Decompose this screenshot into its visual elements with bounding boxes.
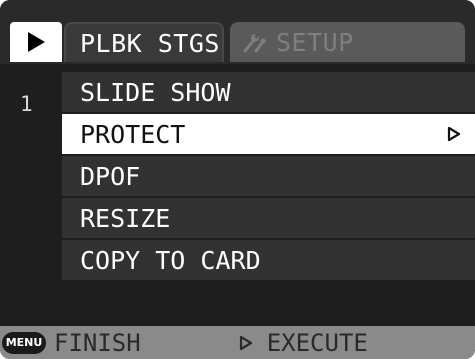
tab-plbk-stgs-label: PLBK STGS: [80, 28, 220, 58]
menu-item-label: PROTECT: [80, 119, 186, 149]
menu-list: SLIDE SHOW PROTECT DPOF RESIZE COPY TO C…: [62, 72, 475, 282]
menu-item-slide-show[interactable]: SLIDE SHOW: [62, 72, 475, 112]
finish-label: FINISH: [54, 328, 141, 357]
menu-item-protect[interactable]: PROTECT: [62, 114, 475, 154]
camera-screen: PLBK STGS SETUP 1 SLIDE SHOW PROTECT DPO…: [0, 0, 475, 359]
tab-playback[interactable]: [10, 22, 62, 62]
menu-item-label: COPY TO CARD: [80, 245, 261, 275]
execute-arrow-icon: [239, 335, 253, 351]
execute-label: EXECUTE: [266, 328, 368, 357]
tab-setup[interactable]: SETUP: [230, 22, 465, 62]
wrench-icon: [242, 31, 266, 53]
tab-plbk-stgs[interactable]: PLBK STGS: [64, 22, 224, 62]
menu-item-label: SLIDE SHOW: [80, 77, 231, 107]
menu-item-resize[interactable]: RESIZE: [62, 198, 475, 238]
right-arrow-icon: [447, 126, 461, 142]
play-icon: [28, 32, 45, 52]
menu-button-icon[interactable]: MENU: [2, 331, 46, 354]
footer-bar: MENU FINISH EXECUTE: [0, 326, 475, 359]
menu-item-label: RESIZE: [80, 203, 171, 233]
menu-item-label: DPOF: [80, 161, 141, 191]
menu-item-dpof[interactable]: DPOF: [62, 156, 475, 196]
page-indicator: 1: [20, 92, 33, 116]
tab-setup-label: SETUP: [276, 27, 354, 57]
tab-bar: PLBK STGS SETUP: [0, 0, 475, 64]
menu-item-copy-to-card[interactable]: COPY TO CARD: [62, 240, 475, 280]
